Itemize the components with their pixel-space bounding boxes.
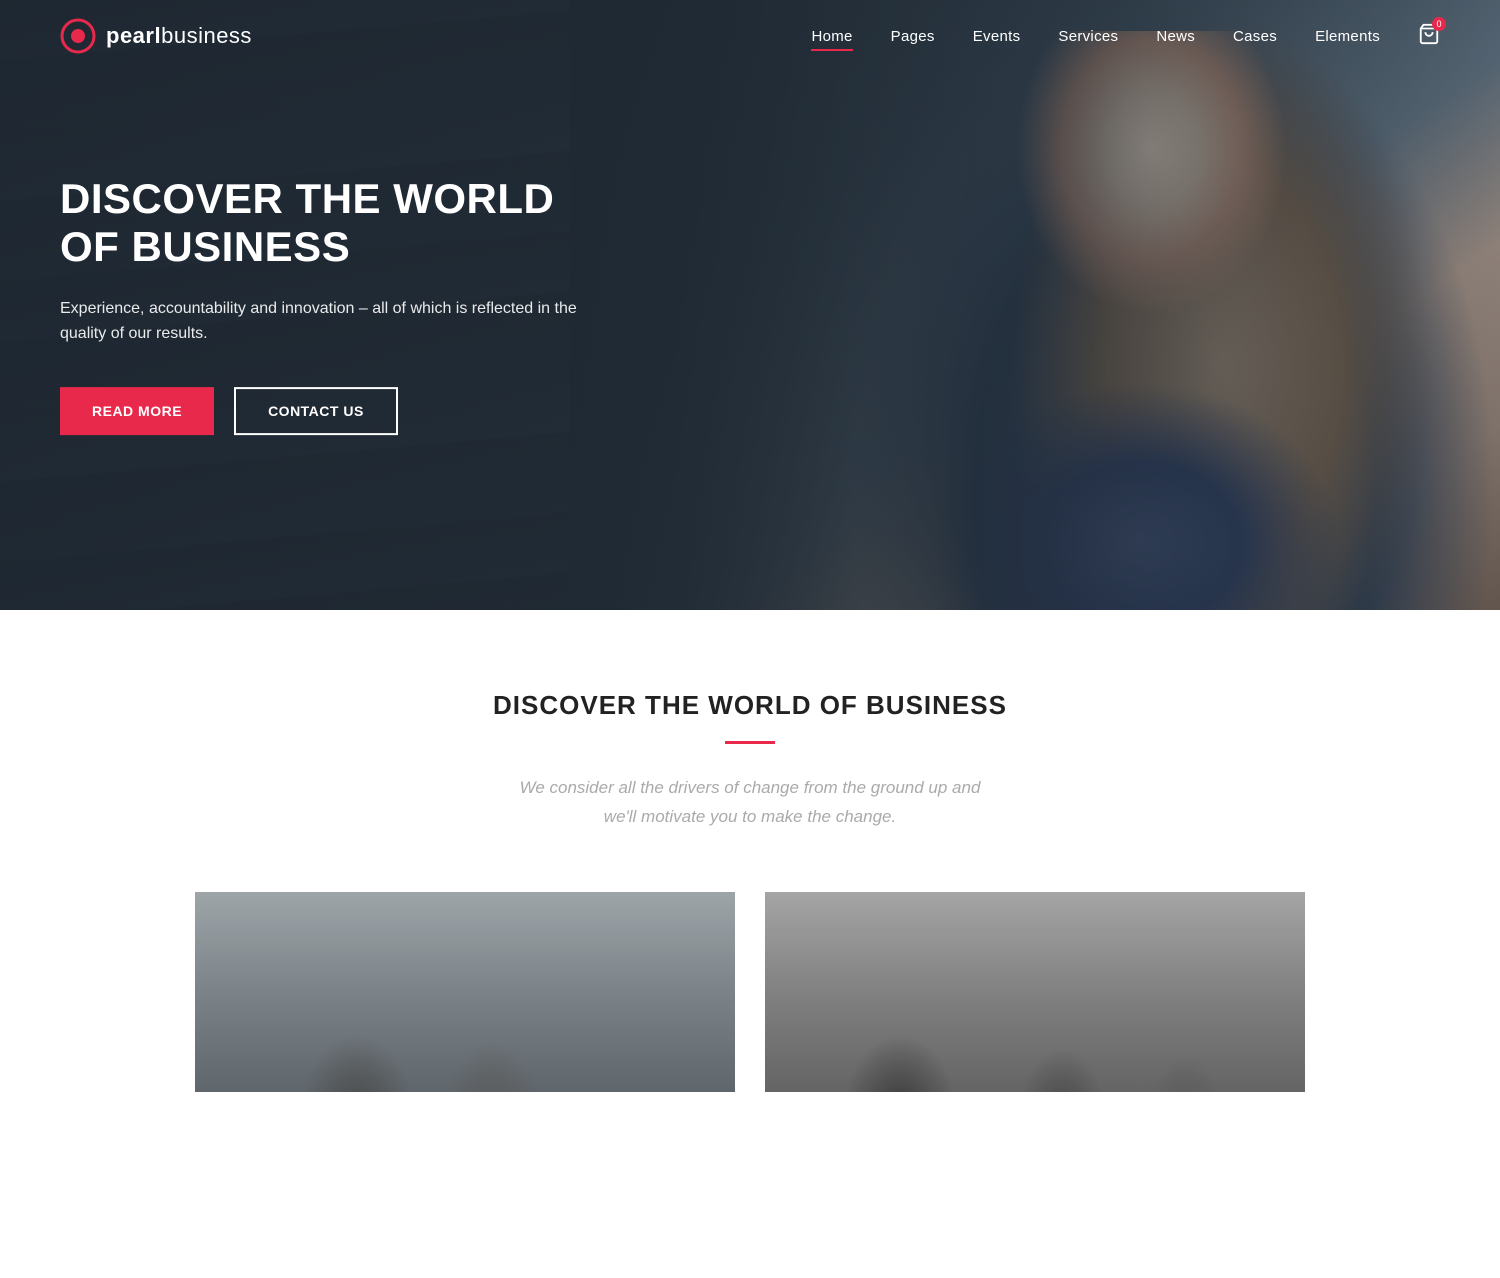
- read-more-button[interactable]: Read More: [60, 387, 214, 435]
- cart-button[interactable]: 0: [1418, 23, 1440, 50]
- nav-item-cases[interactable]: Cases: [1233, 28, 1277, 45]
- card-figures-right: [765, 892, 1305, 1092]
- main-nav: Home Pages Events Services News Cases El…: [811, 23, 1440, 50]
- discover-section: DISCOVER THE WORLD OF BUSINESS We consid…: [0, 610, 1500, 1152]
- discover-heading: DISCOVER THE WORLD OF BUSINESS: [60, 690, 1440, 721]
- cart-badge: 0: [1432, 17, 1446, 31]
- header: pearlbusiness Home Pages Events Services…: [0, 0, 1500, 72]
- logo[interactable]: pearlbusiness: [60, 18, 252, 54]
- nav-item-services[interactable]: Services: [1058, 28, 1118, 45]
- section-divider: [725, 741, 775, 744]
- logo-icon: [60, 18, 96, 54]
- card-image-right: [765, 892, 1305, 1092]
- nav-item-news[interactable]: News: [1156, 28, 1195, 45]
- discover-description: We consider all the drivers of change fr…: [510, 774, 990, 832]
- hero-subtitle: Experience, accountability and innovatio…: [60, 296, 580, 347]
- nav-item-events[interactable]: Events: [973, 28, 1021, 45]
- nav-item-elements[interactable]: Elements: [1315, 28, 1380, 45]
- card-image-left: [195, 892, 735, 1092]
- card-figures-left: [195, 892, 735, 1092]
- hero-section: DISCOVER THE WORLD OF BUSINESS Experienc…: [0, 0, 1500, 610]
- hero-buttons: Read More Contact Us: [60, 387, 580, 435]
- cards-row: [60, 892, 1440, 1092]
- contact-us-button[interactable]: Contact Us: [234, 387, 398, 435]
- hero-title: DISCOVER THE WORLD OF BUSINESS: [60, 175, 580, 272]
- logo-text: pearlbusiness: [106, 23, 252, 49]
- nav-item-home[interactable]: Home: [811, 28, 852, 45]
- hero-content: DISCOVER THE WORLD OF BUSINESS Experienc…: [60, 175, 580, 435]
- nav-item-pages[interactable]: Pages: [891, 28, 935, 45]
